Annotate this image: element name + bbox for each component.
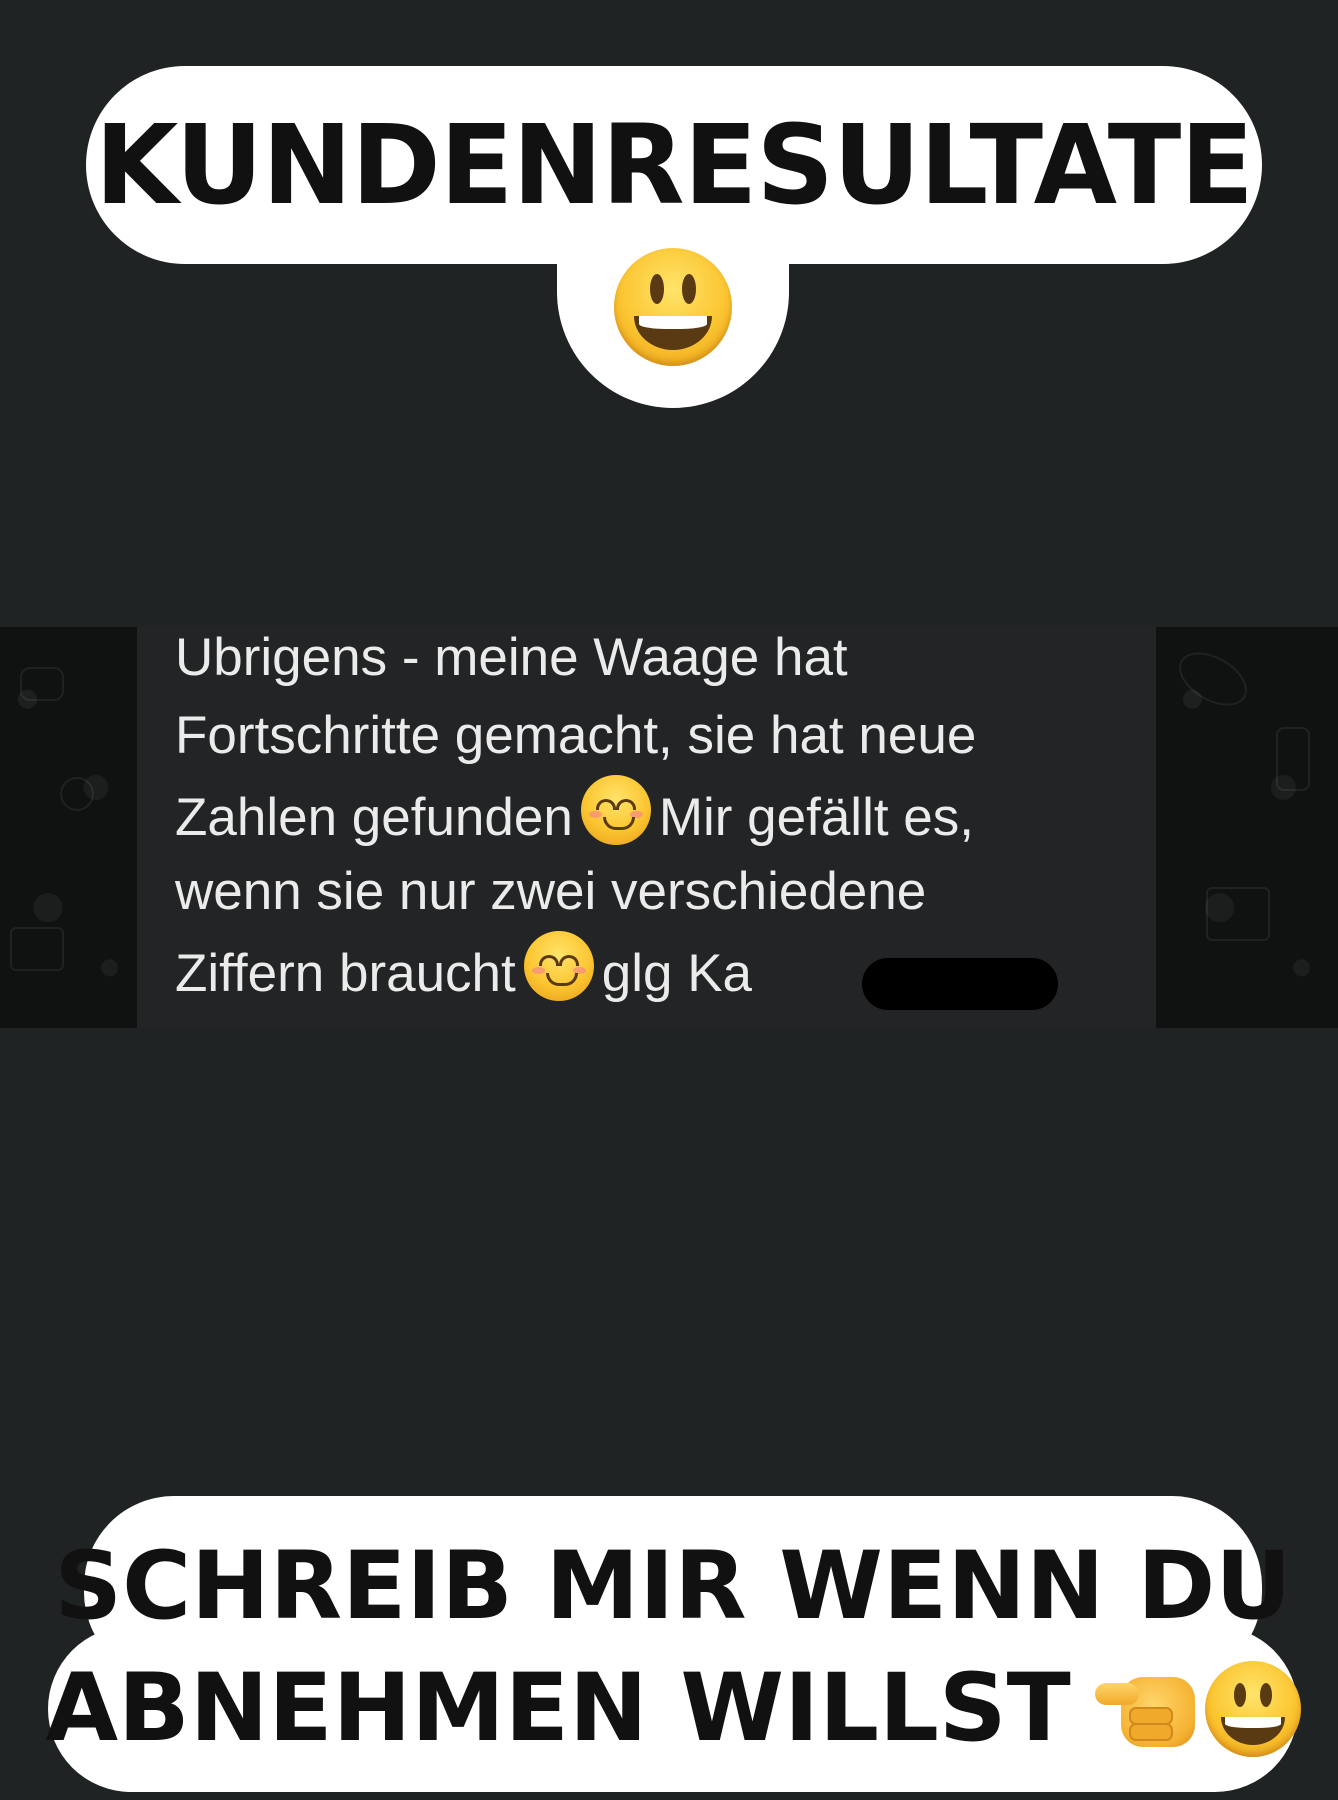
smiling-face-with-smiling-eyes-icon	[523, 931, 594, 1001]
page-title: KUNDENRESULTATE	[94, 101, 1254, 229]
message-fragment: Zahlen gefunden	[175, 788, 573, 847]
chat-wallpaper-right	[1156, 627, 1338, 1028]
chat-wallpaper-left	[0, 627, 137, 1028]
pointing-hand-icon	[1094, 1663, 1199, 1755]
grinning-face-icon	[614, 248, 732, 366]
cta-line-2: ABNEHMEN WILLST	[45, 1654, 1071, 1763]
cta-emojis	[1094, 1661, 1301, 1757]
message-line: wenn sie nur zwei verschiedene	[175, 862, 927, 921]
cta-line-1: SCHREIB MIR WENN DU	[54, 1532, 1292, 1641]
chat-screenshot: Ubrigens - meine Waage hat Fortschritte …	[0, 627, 1338, 1028]
title-emoji-tab	[557, 220, 789, 408]
redaction-bar	[862, 958, 1058, 1010]
message-line: Fortschritte gemacht, sie hat neue	[175, 706, 977, 765]
message-line: Zahlen gefunden Mir gefällt es,	[175, 775, 1156, 853]
message-line: Ubrigens - meine Waage hat	[175, 628, 848, 687]
message-fragment: Mir gefällt es,	[658, 788, 974, 847]
smiling-face-with-smiling-eyes-icon	[580, 775, 651, 845]
message-fragment: Ziffern braucht	[175, 944, 516, 1003]
message-text: Ubrigens - meine Waage hat Fortschritte …	[175, 619, 1156, 1009]
cta-pill-bottom: ABNEHMEN WILLST	[45, 1626, 1301, 1792]
grinning-face-icon	[1204, 1661, 1301, 1757]
message-signature: glg Ka	[601, 944, 753, 1003]
